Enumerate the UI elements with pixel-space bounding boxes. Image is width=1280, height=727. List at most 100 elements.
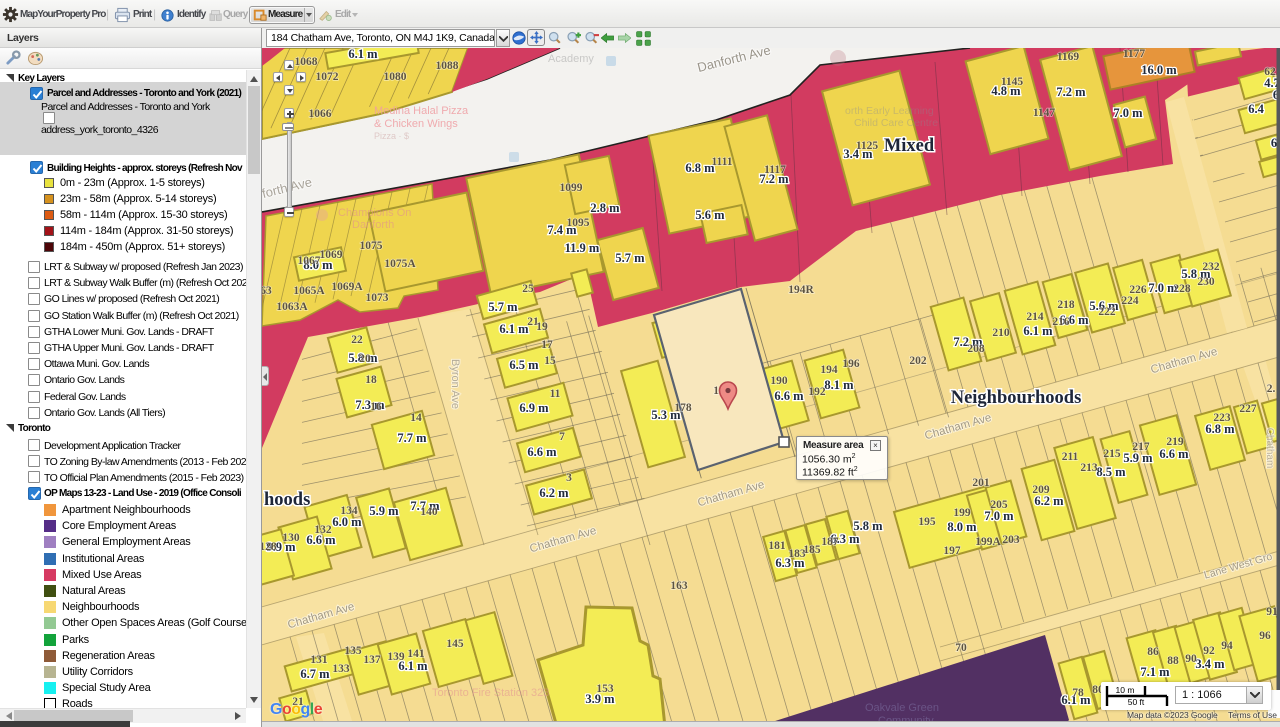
svg-text:131: 131 (310, 654, 328, 666)
svg-text:205: 205 (990, 499, 1008, 511)
svg-text:10 m: 10 m (1116, 685, 1135, 695)
svg-text:Academy: Academy (548, 53, 594, 65)
svg-text:7.1 m: 7.1 m (1140, 665, 1170, 679)
svg-text:217: 217 (1132, 441, 1150, 453)
svg-text:17: 17 (541, 339, 553, 351)
svg-text:1177: 1177 (1123, 48, 1146, 60)
svg-text:5.6 m: 5.6 m (695, 208, 725, 222)
svg-text:hoods: hoods (264, 490, 310, 510)
svg-text:6.6 m: 6.6 m (1159, 447, 1189, 461)
svg-text:1080: 1080 (384, 71, 407, 83)
svg-text:141: 141 (407, 648, 425, 660)
svg-text:1073: 1073 (366, 292, 389, 304)
svg-text:208: 208 (967, 343, 985, 355)
svg-text:50 ft: 50 ft (1128, 697, 1145, 707)
svg-text:96: 96 (1259, 630, 1271, 642)
svg-text:Child Care Centre: Child Care Centre (854, 117, 938, 129)
svg-text:218: 218 (1057, 299, 1075, 311)
svg-text:orth Early Learning: orth Early Learning (845, 105, 934, 117)
svg-text:2.: 2. (1267, 383, 1276, 395)
svg-text:5.7 m: 5.7 m (615, 251, 645, 265)
svg-text:185: 185 (803, 544, 821, 556)
svg-text:Mixed: Mixed (884, 136, 935, 156)
svg-text:163: 163 (670, 580, 688, 592)
svg-text:7.0 m: 7.0 m (984, 509, 1014, 523)
svg-text:6.2 m: 6.2 m (1034, 494, 1064, 508)
svg-text:Pizza · $: Pizza · $ (374, 131, 409, 141)
svg-text:128: 128 (262, 541, 277, 553)
svg-text:216: 216 (1052, 316, 1070, 328)
svg-text:8.0 m: 8.0 m (947, 520, 977, 534)
svg-text:211: 211 (1062, 451, 1079, 463)
svg-text:230: 230 (1197, 276, 1215, 288)
svg-text:139: 139 (387, 651, 405, 663)
svg-text:1069: 1069 (320, 249, 343, 261)
svg-text:153: 153 (596, 683, 614, 695)
svg-text:14: 14 (410, 412, 422, 424)
svg-text:132: 132 (314, 524, 332, 536)
svg-text:1067: 1067 (298, 255, 321, 267)
svg-text:16: 16 (370, 401, 382, 413)
svg-text:92: 92 (1203, 645, 1215, 657)
svg-text:137: 137 (363, 654, 381, 666)
svg-text:222: 222 (1098, 306, 1116, 318)
svg-text:1072: 1072 (316, 71, 339, 83)
svg-text:224: 224 (1121, 295, 1139, 307)
svg-text:134: 134 (340, 505, 358, 517)
svg-text:7: 7 (559, 431, 565, 443)
svg-text:6.9 m: 6.9 m (519, 401, 549, 415)
svg-text:Oakvale Green: Oakvale Green (865, 702, 939, 714)
svg-text:190: 190 (770, 375, 788, 387)
svg-text:25: 25 (522, 283, 534, 295)
svg-text:194: 194 (820, 364, 838, 376)
svg-text:88: 88 (1167, 655, 1179, 667)
svg-text:22: 22 (351, 334, 363, 346)
svg-text:135: 135 (344, 645, 362, 657)
svg-text:Champions On: Champions On (338, 207, 411, 219)
svg-text:6.8 m: 6.8 m (1205, 422, 1235, 436)
svg-text:201: 201 (972, 477, 990, 489)
svg-text:145: 145 (446, 638, 464, 650)
svg-text:213: 213 (1080, 462, 1098, 474)
svg-text:232: 232 (1202, 261, 1220, 273)
svg-text:210: 210 (992, 327, 1010, 339)
svg-text:196: 196 (842, 358, 860, 370)
svg-text:199: 199 (953, 507, 971, 519)
svg-text:197: 197 (943, 545, 961, 557)
svg-text:209: 209 (1032, 484, 1050, 496)
svg-text:6.1 m: 6.1 m (1023, 324, 1053, 338)
svg-text:63: 63 (262, 285, 272, 297)
svg-text:133: 133 (332, 663, 350, 675)
svg-text:203: 203 (1002, 534, 1020, 546)
svg-text:6.6 m: 6.6 m (774, 389, 804, 403)
svg-text:1088: 1088 (436, 60, 459, 72)
svg-text:1075A: 1075A (384, 258, 416, 270)
svg-text:5.9 m: 5.9 m (1123, 451, 1153, 465)
svg-text:90: 90 (1185, 653, 1197, 665)
svg-text:1147: 1147 (1033, 107, 1056, 119)
svg-text:1069A: 1069A (331, 281, 363, 293)
svg-text:178: 178 (674, 402, 692, 414)
svg-text:223: 223 (1213, 412, 1231, 424)
svg-text:94: 94 (1221, 640, 1233, 652)
svg-text:130: 130 (282, 532, 300, 544)
svg-text:1169: 1169 (1057, 51, 1080, 63)
svg-text:219: 219 (1166, 436, 1184, 448)
svg-text:19: 19 (536, 321, 548, 333)
svg-text:1111: 1111 (711, 156, 732, 168)
svg-text:194R: 194R (788, 284, 814, 296)
svg-text:7.7 m: 7.7 m (397, 431, 427, 445)
svg-text:214: 214 (1026, 311, 1044, 323)
svg-text:70: 70 (955, 642, 967, 654)
svg-text:140: 140 (420, 506, 438, 518)
svg-text:6.0 m: 6.0 m (332, 515, 362, 529)
svg-text:Medina Halal Pizza: Medina Halal Pizza (374, 105, 469, 117)
svg-text:11.9 m: 11.9 m (565, 241, 600, 255)
svg-text:3: 3 (566, 472, 572, 484)
svg-text:6.2 m: 6.2 m (539, 486, 569, 500)
svg-text:226: 226 (1129, 284, 1147, 296)
svg-text:Byron Ave: Byron Ave (449, 359, 461, 409)
svg-text:1125: 1125 (856, 140, 879, 152)
svg-text:192: 192 (808, 386, 826, 398)
svg-text:Neighbourhoods: Neighbourhoods (951, 388, 1082, 408)
